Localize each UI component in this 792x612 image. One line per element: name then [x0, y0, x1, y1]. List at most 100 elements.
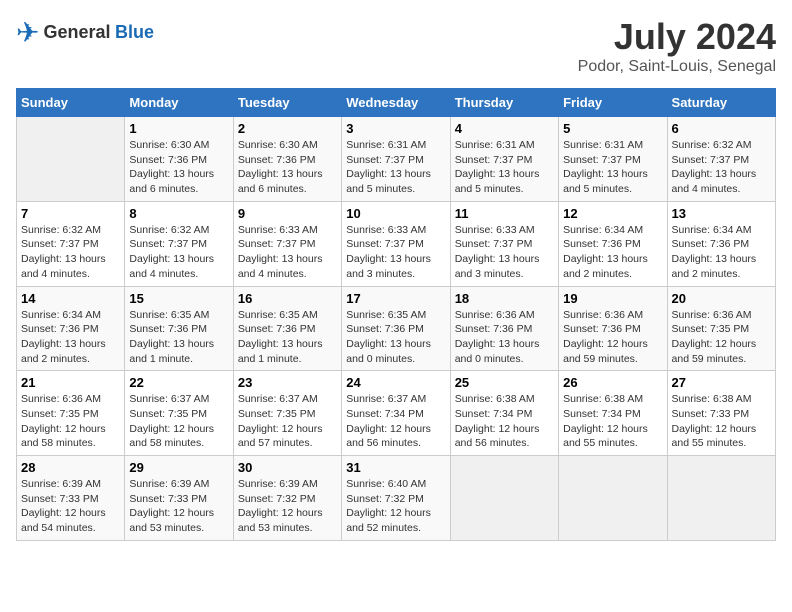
day-info: Sunrise: 6:33 AMSunset: 7:37 PMDaylight:…	[346, 223, 445, 282]
day-info: Sunrise: 6:37 AMSunset: 7:35 PMDaylight:…	[129, 392, 228, 451]
day-info: Sunrise: 6:37 AMSunset: 7:35 PMDaylight:…	[238, 392, 337, 451]
main-title: July 2024	[578, 16, 776, 58]
day-info: Sunrise: 6:35 AMSunset: 7:36 PMDaylight:…	[238, 308, 337, 367]
subtitle: Podor, Saint-Louis, Senegal	[578, 58, 776, 76]
day-info: Sunrise: 6:35 AMSunset: 7:36 PMDaylight:…	[129, 308, 228, 367]
day-number: 7	[21, 206, 120, 221]
logo-general: General	[43, 22, 110, 42]
day-number: 13	[672, 206, 771, 221]
day-info: Sunrise: 6:36 AMSunset: 7:36 PMDaylight:…	[455, 308, 554, 367]
calendar-cell: 3 Sunrise: 6:31 AMSunset: 7:37 PMDaylight…	[342, 117, 450, 202]
day-info: Sunrise: 6:38 AMSunset: 7:33 PMDaylight:…	[672, 392, 771, 451]
calendar-cell: 24 Sunrise: 6:37 AMSunset: 7:34 PMDayligh…	[342, 371, 450, 456]
day-number: 4	[455, 121, 554, 136]
day-info: Sunrise: 6:34 AMSunset: 7:36 PMDaylight:…	[563, 223, 662, 282]
day-number: 25	[455, 375, 554, 390]
page-header: ✈ General Blue July 2024 Podor, Saint-Lo…	[16, 16, 776, 76]
calendar-cell: 13Sunrise: 6:34 AMSunset: 7:36 PMDayligh…	[667, 201, 775, 286]
day-number: 30	[238, 460, 337, 475]
calendar-cell: 26Sunrise: 6:38 AMSunset: 7:34 PMDayligh…	[559, 371, 667, 456]
day-number: 14	[21, 291, 120, 306]
day-number: 27	[672, 375, 771, 390]
calendar-cell: 25 Sunrise: 6:38 AMSunset: 7:34 PMDayligh…	[450, 371, 558, 456]
day-number: 1	[129, 121, 228, 136]
day-number: 18	[455, 291, 554, 306]
weekday-header: Tuesday	[233, 89, 341, 117]
day-info: Sunrise: 6:32 AMSunset: 7:37 PMDaylight:…	[129, 223, 228, 282]
day-number: 23	[238, 375, 337, 390]
calendar-week-row: 21Sunrise: 6:36 AMSunset: 7:35 PMDayligh…	[17, 371, 776, 456]
calendar-cell: 16 Sunrise: 6:35 AMSunset: 7:36 PMDayligh…	[233, 286, 341, 371]
calendar-cell: 31Sunrise: 6:40 AMSunset: 7:32 PMDayligh…	[342, 456, 450, 541]
calendar-cell	[559, 456, 667, 541]
day-number: 16	[238, 291, 337, 306]
calendar-cell: 15 Sunrise: 6:35 AMSunset: 7:36 PMDayligh…	[125, 286, 233, 371]
calendar-cell: 10 Sunrise: 6:33 AMSunset: 7:37 PMDayligh…	[342, 201, 450, 286]
calendar-week-row: 28 Sunrise: 6:39 AMSunset: 7:33 PMDayligh…	[17, 456, 776, 541]
logo-blue: Blue	[115, 22, 154, 42]
calendar-week-row: 14 Sunrise: 6:34 AMSunset: 7:36 PMDayligh…	[17, 286, 776, 371]
calendar-week-row: 7 Sunrise: 6:32 AMSunset: 7:37 PMDaylight…	[17, 201, 776, 286]
day-info: Sunrise: 6:31 AMSunset: 7:37 PMDaylight:…	[346, 138, 445, 197]
day-info: Sunrise: 6:32 AMSunset: 7:37 PMDaylight:…	[21, 223, 120, 282]
calendar-cell: 20Sunrise: 6:36 AMSunset: 7:35 PMDayligh…	[667, 286, 775, 371]
day-info: Sunrise: 6:30 AMSunset: 7:36 PMDaylight:…	[129, 138, 228, 197]
calendar-cell: 1 Sunrise: 6:30 AMSunset: 7:36 PMDaylight…	[125, 117, 233, 202]
day-number: 6	[672, 121, 771, 136]
day-number: 29	[129, 460, 228, 475]
day-number: 10	[346, 206, 445, 221]
calendar-cell: 19Sunrise: 6:36 AMSunset: 7:36 PMDayligh…	[559, 286, 667, 371]
day-info: Sunrise: 6:39 AMSunset: 7:33 PMDaylight:…	[129, 477, 228, 536]
calendar-cell: 18 Sunrise: 6:36 AMSunset: 7:36 PMDayligh…	[450, 286, 558, 371]
day-info: Sunrise: 6:31 AMSunset: 7:37 PMDaylight:…	[563, 138, 662, 197]
logo-icon: ✈	[16, 16, 39, 49]
day-info: Sunrise: 6:39 AMSunset: 7:32 PMDaylight:…	[238, 477, 337, 536]
calendar-cell	[17, 117, 125, 202]
day-number: 22	[129, 375, 228, 390]
calendar-cell: 30 Sunrise: 6:39 AMSunset: 7:32 PMDayligh…	[233, 456, 341, 541]
day-info: Sunrise: 6:30 AMSunset: 7:36 PMDaylight:…	[238, 138, 337, 197]
calendar-cell: 29 Sunrise: 6:39 AMSunset: 7:33 PMDayligh…	[125, 456, 233, 541]
day-info: Sunrise: 6:33 AMSunset: 7:37 PMDaylight:…	[455, 223, 554, 282]
day-info: Sunrise: 6:36 AMSunset: 7:36 PMDaylight:…	[563, 308, 662, 367]
day-info: Sunrise: 6:36 AMSunset: 7:35 PMDaylight:…	[21, 392, 120, 451]
weekday-header-row: SundayMondayTuesdayWednesdayThursdayFrid…	[17, 89, 776, 117]
calendar-cell: 12 Sunrise: 6:34 AMSunset: 7:36 PMDayligh…	[559, 201, 667, 286]
day-number: 12	[563, 206, 662, 221]
calendar-cell	[450, 456, 558, 541]
day-number: 15	[129, 291, 228, 306]
day-number: 2	[238, 121, 337, 136]
day-info: Sunrise: 6:38 AMSunset: 7:34 PMDaylight:…	[455, 392, 554, 451]
day-number: 8	[129, 206, 228, 221]
day-info: Sunrise: 6:34 AMSunset: 7:36 PMDaylight:…	[21, 308, 120, 367]
day-number: 9	[238, 206, 337, 221]
weekday-header: Saturday	[667, 89, 775, 117]
calendar-cell: 8 Sunrise: 6:32 AMSunset: 7:37 PMDaylight…	[125, 201, 233, 286]
calendar-cell: 7 Sunrise: 6:32 AMSunset: 7:37 PMDaylight…	[17, 201, 125, 286]
day-info: Sunrise: 6:37 AMSunset: 7:34 PMDaylight:…	[346, 392, 445, 451]
calendar-cell: 2 Sunrise: 6:30 AMSunset: 7:36 PMDaylight…	[233, 117, 341, 202]
weekday-header: Wednesday	[342, 89, 450, 117]
day-number: 24	[346, 375, 445, 390]
calendar-cell: 23 Sunrise: 6:37 AMSunset: 7:35 PMDayligh…	[233, 371, 341, 456]
calendar-cell	[667, 456, 775, 541]
calendar-cell: 4Sunrise: 6:31 AMSunset: 7:37 PMDaylight…	[450, 117, 558, 202]
calendar-cell: 6 Sunrise: 6:32 AMSunset: 7:37 PMDaylight…	[667, 117, 775, 202]
calendar-cell: 9 Sunrise: 6:33 AMSunset: 7:37 PMDaylight…	[233, 201, 341, 286]
calendar-cell: 11 Sunrise: 6:33 AMSunset: 7:37 PMDayligh…	[450, 201, 558, 286]
weekday-header: Friday	[559, 89, 667, 117]
weekday-header: Sunday	[17, 89, 125, 117]
day-number: 11	[455, 206, 554, 221]
day-number: 28	[21, 460, 120, 475]
day-number: 3	[346, 121, 445, 136]
day-info: Sunrise: 6:38 AMSunset: 7:34 PMDaylight:…	[563, 392, 662, 451]
calendar-week-row: 1 Sunrise: 6:30 AMSunset: 7:36 PMDaylight…	[17, 117, 776, 202]
weekday-header: Thursday	[450, 89, 558, 117]
day-info: Sunrise: 6:32 AMSunset: 7:37 PMDaylight:…	[672, 138, 771, 197]
calendar-cell: 27 Sunrise: 6:38 AMSunset: 7:33 PMDayligh…	[667, 371, 775, 456]
day-number: 31	[346, 460, 445, 475]
title-area: July 2024 Podor, Saint-Louis, Senegal	[578, 16, 776, 76]
calendar-cell: 22 Sunrise: 6:37 AMSunset: 7:35 PMDayligh…	[125, 371, 233, 456]
day-number: 20	[672, 291, 771, 306]
day-info: Sunrise: 6:33 AMSunset: 7:37 PMDaylight:…	[238, 223, 337, 282]
